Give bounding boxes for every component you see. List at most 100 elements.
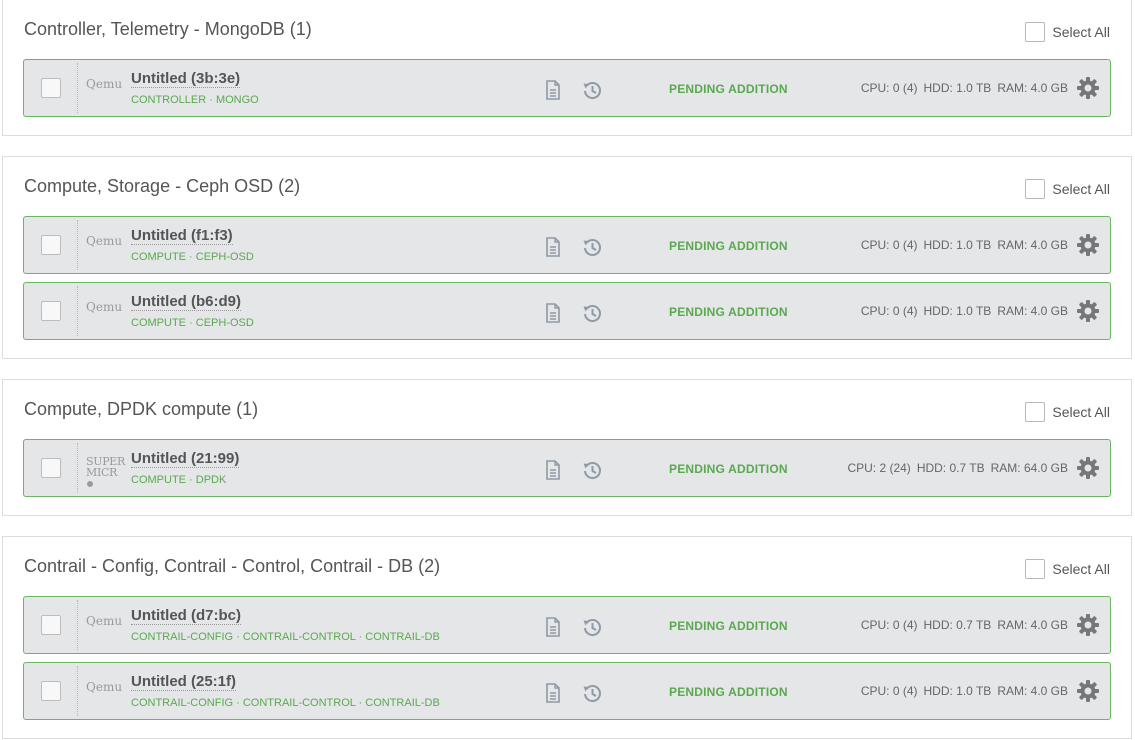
supermicro-logo: SUPER MICR [86,456,125,489]
divider [77,443,78,493]
gear-icon[interactable] [1076,233,1100,262]
divider [77,666,78,716]
node-name[interactable]: Untitled (f1:f3) [131,227,233,245]
gear-icon[interactable] [1076,76,1100,105]
node-name[interactable]: Untitled (b6:d9) [131,293,241,311]
node-roles: CONTROLLER · MONGO [131,94,259,106]
vendor-logo: Qemu [86,77,123,91]
hardware-specs: CPU: 0 (4) HDD: 1.0 TB RAM: 4.0 GB [855,304,1068,318]
node-roles: COMPUTE · DPDK [131,474,227,486]
divider [77,63,78,113]
node-row[interactable]: Qemu Untitled (25:1f) CONTRAIL-CONFIG · … [23,662,1111,720]
hardware-specs: CPU: 0 (4) HDD: 0.7 TB RAM: 4.0 GB [855,618,1068,632]
divider [77,286,78,336]
status-label: PENDING ADDITION [669,462,788,476]
hdd-spec: HDD: 1.0 TB [923,238,992,252]
hardware-specs: CPU: 0 (4) HDD: 1.0 TB RAM: 4.0 GB [855,81,1068,95]
node-name[interactable]: Untitled (d7:bc) [131,607,241,625]
ram-spec: RAM: 4.0 GB [997,618,1068,632]
status-label: PENDING ADDITION [669,239,788,253]
node-roles: CONTRAIL-CONFIG · CONTRAIL-CONTROL · CON… [131,631,440,643]
vendor-logo: Qemu [86,300,123,314]
cpu-spec: CPU: 0 (4) [860,684,918,698]
document-icon[interactable] [544,237,562,262]
hdd-spec: HDD: 1.0 TB [923,81,992,95]
history-icon[interactable] [582,683,602,708]
select-all-checkbox[interactable]: Select All [1025,179,1110,199]
ram-spec: RAM: 4.0 GB [997,238,1068,252]
node-row[interactable]: Qemu Untitled (f1:f3) COMPUTE · CEPH-OSD… [23,216,1111,274]
node-row[interactable]: Qemu Untitled (3b:3e) CONTROLLER · MONGO… [23,59,1111,117]
ram-spec: RAM: 4.0 GB [997,81,1068,95]
node-row[interactable]: Qemu Untitled (d7:bc) CONTRAIL-CONFIG · … [23,596,1111,654]
checkbox-box[interactable] [1025,179,1046,199]
select-all-checkbox[interactable]: Select All [1025,22,1110,42]
node-checkbox[interactable] [41,681,61,701]
document-icon[interactable] [544,460,562,485]
select-all-label: Select All [1052,24,1110,40]
node-row[interactable]: Qemu Untitled (b6:d9) COMPUTE · CEPH-OSD… [23,282,1111,340]
node-roles: COMPUTE · CEPH-OSD [131,251,254,263]
node-roles: COMPUTE · CEPH-OSD [131,317,254,329]
status-label: PENDING ADDITION [669,305,788,319]
hdd-spec: HDD: 1.0 TB [923,304,992,318]
vendor-logo: Qemu [86,614,123,628]
status-label: PENDING ADDITION [669,619,788,633]
hdd-spec: HDD: 0.7 TB [916,461,985,475]
hdd-spec: HDD: 1.0 TB [923,684,992,698]
node-checkbox[interactable] [41,458,61,478]
ram-spec: RAM: 4.0 GB [997,684,1068,698]
node-row[interactable]: SUPER MICR Untitled (21:99) COMPUTE · DPD… [23,439,1111,497]
vendor-logo: Qemu [86,680,123,694]
history-icon[interactable] [582,80,602,105]
vendor-logo: Qemu [86,234,123,248]
document-icon[interactable] [544,683,562,708]
history-icon[interactable] [582,617,602,642]
node-name[interactable]: Untitled (3b:3e) [131,70,241,88]
select-all-checkbox[interactable]: Select All [1025,402,1110,422]
select-all-label: Select All [1052,561,1110,577]
node-group-controller-mongodb: Controller, Telemetry - MongoDB (1) Sele… [2,0,1132,136]
select-all-checkbox[interactable]: Select All [1025,559,1110,579]
node-checkbox[interactable] [41,235,61,255]
checkbox-box[interactable] [1025,402,1046,422]
document-icon[interactable] [544,80,562,105]
document-icon[interactable] [544,617,562,642]
hdd-spec: HDD: 0.7 TB [923,618,992,632]
node-group-contrail: Contrail - Config, Contrail - Control, C… [2,536,1132,739]
node-name[interactable]: Untitled (21:99) [131,450,240,468]
node-name[interactable]: Untitled (25:1f) [131,673,236,691]
node-checkbox[interactable] [41,78,61,98]
gear-icon[interactable] [1076,456,1100,485]
ram-spec: RAM: 4.0 GB [997,304,1068,318]
cpu-spec: CPU: 2 (24) [847,461,911,475]
hardware-specs: CPU: 0 (4) HDD: 1.0 TB RAM: 4.0 GB [855,238,1068,252]
node-checkbox[interactable] [41,615,61,635]
node-roles: CONTRAIL-CONFIG · CONTRAIL-CONTROL · CON… [131,697,440,709]
document-icon[interactable] [544,303,562,328]
cpu-spec: CPU: 0 (4) [860,618,918,632]
cpu-spec: CPU: 0 (4) [860,238,918,252]
divider [77,220,78,270]
hardware-specs: CPU: 0 (4) HDD: 1.0 TB RAM: 4.0 GB [855,684,1068,698]
divider [77,600,78,650]
node-group-compute-dpdk: Compute, DPDK compute (1) Select All SUP… [2,379,1132,516]
group-title: Compute, DPDK compute (1) [24,399,259,419]
status-label: PENDING ADDITION [669,82,788,96]
node-checkbox[interactable] [41,301,61,321]
ram-spec: RAM: 64.0 GB [990,461,1068,475]
cpu-spec: CPU: 0 (4) [860,304,918,318]
checkbox-box[interactable] [1025,22,1046,42]
gear-icon[interactable] [1076,679,1100,708]
gear-icon[interactable] [1076,299,1100,328]
hardware-specs: CPU: 2 (24) HDD: 0.7 TB RAM: 64.0 GB [841,461,1068,475]
history-icon[interactable] [582,303,602,328]
history-icon[interactable] [582,237,602,262]
gear-icon[interactable] [1076,613,1100,642]
node-group-compute-ceph: Compute, Storage - Ceph OSD (2) Select A… [2,156,1132,359]
history-icon[interactable] [582,460,602,485]
checkbox-box[interactable] [1025,559,1046,579]
cpu-spec: CPU: 0 (4) [860,81,918,95]
group-title: Controller, Telemetry - MongoDB (1) [24,19,312,39]
status-label: PENDING ADDITION [669,685,788,699]
